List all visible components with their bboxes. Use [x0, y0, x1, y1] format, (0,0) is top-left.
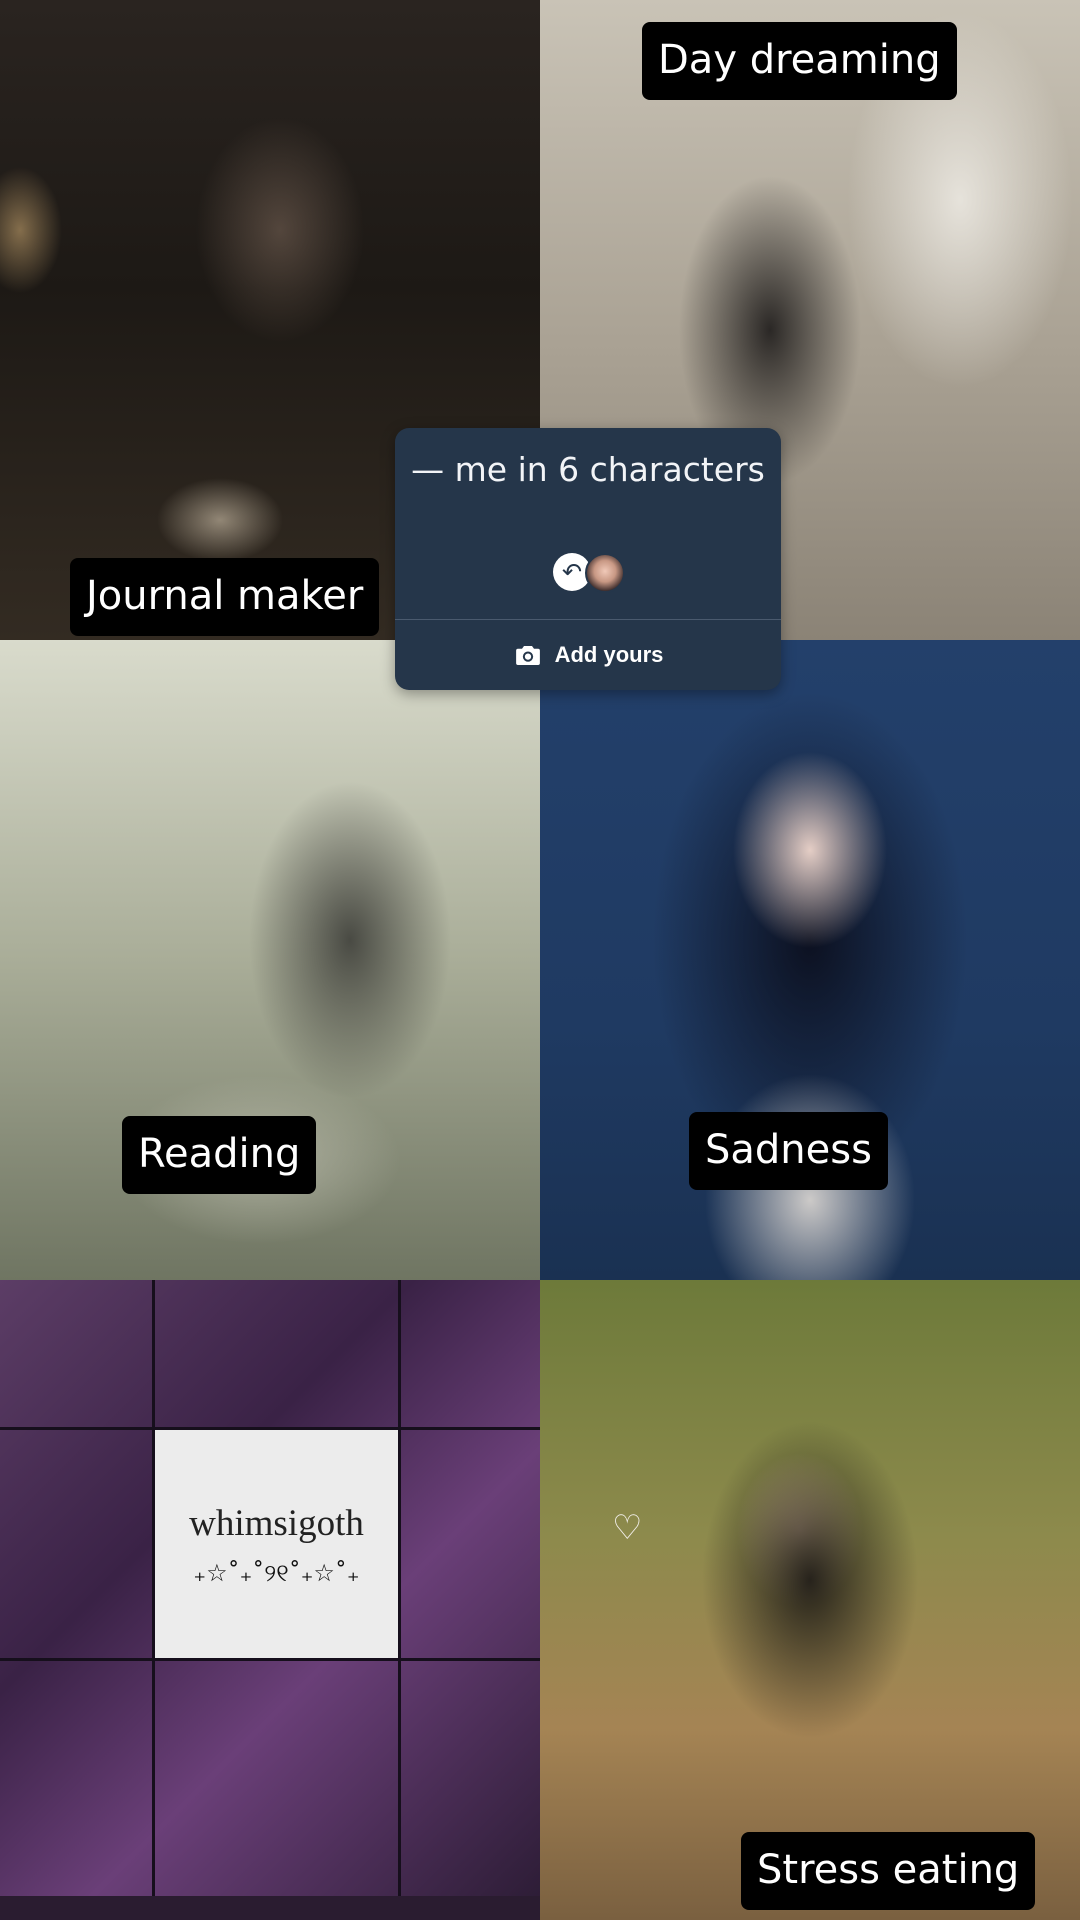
sticker-prompt-text: — me in 6 characters [411, 450, 765, 489]
avatar [585, 553, 625, 593]
add-yours-label: Add yours [554, 642, 664, 667]
journal-maker-label: Journal maker [70, 558, 380, 636]
reading-label: Reading [122, 1116, 317, 1194]
day-dreaming-label: Day dreaming [642, 22, 957, 100]
story-canvas: Journal maker Day dreaming Reading Sadne… [0, 0, 1080, 1920]
sadness-label: Sadness [689, 1112, 888, 1190]
heart-outline-icon: ♡ [612, 1508, 643, 1548]
stress-eating-image [540, 1280, 1080, 1920]
camera-icon [515, 646, 540, 665]
whimsigoth-card: whimsigoth ₊☆˚₊˚୨୧˚₊☆˚₊ [155, 1430, 398, 1658]
bottom-strip [0, 1896, 540, 1920]
add-yours-sticker[interactable]: — me in 6 characters ↶ Add yours [395, 428, 781, 690]
stress-eating-label: Stress eating [741, 1832, 1036, 1910]
whimsigoth-title: whimsigoth [189, 1503, 364, 1544]
participant-avatars[interactable]: ↶ [553, 553, 633, 593]
add-yours-button[interactable]: Add yours [395, 620, 781, 690]
whimsigoth-decoration: ₊☆˚₊˚୨୧˚₊☆˚₊ [193, 1559, 360, 1587]
